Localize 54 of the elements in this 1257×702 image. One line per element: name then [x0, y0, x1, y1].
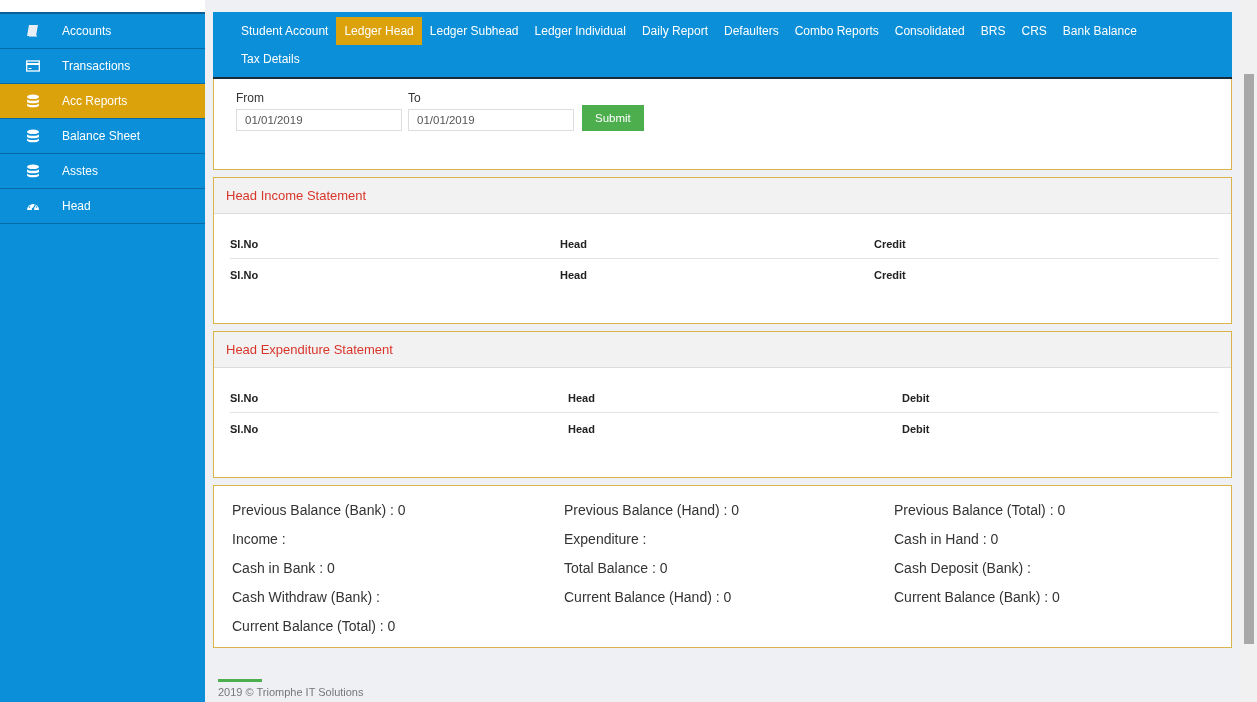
tab[interactable]: Ledger Subhead — [421, 17, 527, 45]
table-cell-text: Debit — [902, 392, 931, 404]
summary-text: Cash in Bank : 0 — [232, 559, 336, 578]
table-cell-text: Head — [560, 238, 588, 250]
tab[interactable]: Consolidated — [886, 17, 973, 45]
date-field[interactable]: 01/01/2019 — [236, 109, 402, 131]
card-icon — [26, 59, 40, 73]
summary-text: Previous Balance (Total) : 0 — [894, 501, 1067, 520]
table-cell-text: Head — [560, 269, 588, 281]
tab[interactable]: Daily Report — [633, 17, 716, 45]
table-cell-text: Credit — [874, 238, 907, 250]
footer-text: 2019 © Triomphe IT Solutions — [217, 685, 365, 698]
book-icon — [26, 24, 40, 38]
tab[interactable]: CRS — [1013, 17, 1055, 45]
summary-text: Cash in Hand : 0 — [894, 530, 1000, 549]
progress-line — [218, 679, 262, 682]
database-icon — [26, 94, 40, 108]
table-cell-text: Debit — [902, 423, 931, 435]
table-cell-text: Sl.No — [230, 238, 260, 250]
tab[interactable]: Ledger Head — [336, 17, 422, 45]
field-label: To — [408, 91, 422, 105]
summary-text: Income : — [232, 530, 287, 549]
submit-button[interactable]: Submit — [582, 105, 644, 131]
summary-text: Current Balance (Bank) : 0 — [894, 588, 1061, 607]
tab[interactable]: Tax Details — [233, 45, 308, 73]
table-cell-text: Sl.No — [230, 423, 260, 435]
table-cell-text: Sl.No — [230, 269, 260, 281]
summary-text: Current Balance (Hand) : 0 — [564, 588, 733, 607]
database-icon — [26, 164, 40, 178]
table-cell-text: Head — [568, 392, 596, 404]
scrollbar-thumb[interactable] — [1243, 74, 1254, 644]
tab[interactable]: Combo Reports — [786, 17, 887, 45]
summary-text: Total Balance : 0 — [564, 559, 669, 578]
tab[interactable]: Defaulters — [716, 17, 787, 45]
tab[interactable]: Bank Balance — [1054, 17, 1145, 45]
table-cell-text: Head — [568, 423, 596, 435]
summary-text: Expenditure : — [564, 530, 648, 549]
tab[interactable]: BRS — [972, 17, 1014, 45]
scrollbar[interactable] — [1240, 0, 1257, 702]
summary-text: Cash Deposit (Bank) : — [894, 559, 1032, 578]
tab[interactable]: Student Account — [233, 17, 337, 45]
sidebar-item[interactable]: Acc Reports — [0, 84, 205, 119]
panel-title: Head Expenditure Statement — [214, 332, 1231, 368]
summary-text: Previous Balance (Bank) : 0 — [232, 501, 407, 520]
table-cell-text: Credit — [874, 269, 907, 281]
field-label: From — [236, 91, 265, 105]
database-icon — [26, 129, 40, 143]
panel-title: Head Income Statement — [214, 178, 1231, 214]
summary-text: Cash Withdraw (Bank) : — [232, 588, 381, 607]
summary-text: Current Balance (Total) : 0 — [232, 617, 397, 636]
tab[interactable]: Ledger Individual — [526, 17, 634, 45]
summary-text: Previous Balance (Hand) : 0 — [564, 501, 741, 520]
date-field[interactable]: 01/01/2019 — [408, 109, 574, 131]
table-cell-text: Sl.No — [230, 392, 260, 404]
